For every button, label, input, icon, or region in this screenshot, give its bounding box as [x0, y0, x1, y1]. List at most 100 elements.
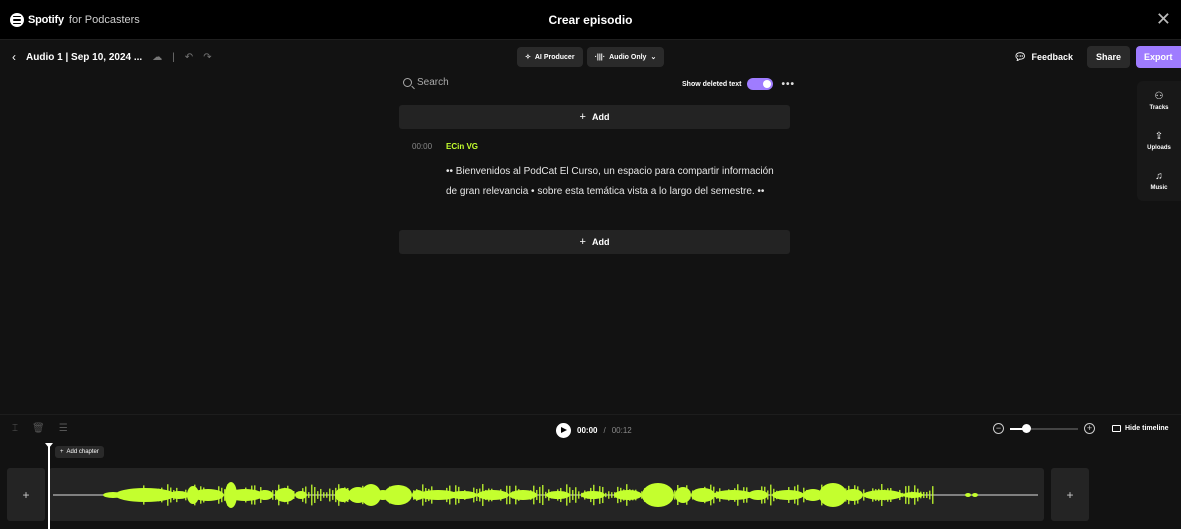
search-input[interactable]: Search [403, 77, 449, 88]
tracks-tab[interactable]: ⚇ Tracks [1137, 81, 1181, 121]
waveform-sample [839, 492, 841, 498]
total-time: 00:12 [611, 426, 632, 435]
waveform-sample [527, 491, 529, 499]
plus-icon: + [22, 487, 30, 502]
waveform-sample [668, 492, 670, 498]
waveform-sample [815, 489, 817, 501]
waveform-sample [398, 485, 400, 505]
waveform-sample [734, 488, 736, 502]
waveform-sample [428, 488, 430, 502]
music-note-icon: ♫ [1155, 171, 1163, 182]
waveform-sample [290, 491, 292, 499]
waveform-sample [323, 492, 325, 498]
feedback-icon: 💬︎ [1013, 51, 1027, 63]
waveform-sample [656, 492, 658, 498]
waveform-sample [305, 486, 307, 504]
audio-mode-dropdown[interactable]: ·|||· Audio Only ⌄ [586, 47, 665, 67]
waveform-sample [779, 490, 781, 500]
zoom-control: − + [993, 423, 1095, 434]
waveform-sample [506, 485, 508, 505]
play-button[interactable] [556, 423, 571, 438]
more-options-icon[interactable]: ••• [782, 79, 796, 90]
cloud-sync-icon: ☁ [152, 51, 163, 63]
show-deleted-toggle[interactable] [746, 78, 773, 90]
waveform-sample [437, 492, 439, 498]
hide-timeline-button[interactable]: Hide timeline [1112, 425, 1169, 432]
trash-icon[interactable]: 🗑︎ [32, 423, 45, 434]
back-chevron-icon[interactable]: ‹ [12, 50, 16, 64]
waveform-sample [893, 492, 895, 498]
close-icon[interactable]: ✕ [1156, 10, 1171, 28]
waveform-sample [287, 485, 289, 505]
waveform-sample [725, 492, 727, 498]
waveform-sample [881, 484, 883, 506]
waveform-sample [485, 489, 487, 501]
zoom-out-icon[interactable]: − [993, 423, 1004, 434]
waveform-sample [233, 489, 235, 501]
add-segment-top[interactable]: + Add [399, 105, 790, 129]
waveform-sample [836, 491, 838, 499]
export-button[interactable]: Export [1136, 46, 1181, 68]
waveform-sample [236, 490, 238, 500]
waveform-sample [350, 492, 352, 498]
zoom-slider[interactable] [1010, 423, 1078, 433]
waveform-sample [245, 487, 247, 503]
music-tab[interactable]: ♫ Music [1137, 161, 1181, 201]
waveform-sample [509, 485, 511, 505]
waveform-sample [281, 488, 283, 502]
waveform-sample [386, 490, 388, 500]
feedback-button[interactable]: 💬︎ Feedback [1014, 52, 1073, 63]
share-button[interactable]: Share [1086, 46, 1130, 68]
upload-cloud-icon: ⇪ [1154, 131, 1164, 142]
waveform-sample [857, 486, 859, 504]
segment-speaker[interactable]: ECin VG [446, 142, 478, 151]
zoom-knob[interactable] [1022, 423, 1031, 433]
list-icon[interactable]: ☰ [59, 423, 68, 434]
waveform-sample [152, 492, 154, 498]
transcript-text[interactable]: •• Bienvenidos al PodCat El Curso, un es… [446, 162, 786, 202]
add-chapter-button[interactable]: + Add chapter [55, 446, 104, 458]
waveform-sample [278, 484, 280, 506]
waveform-sample [260, 487, 262, 503]
episode-title[interactable]: Audio 1 | Sep 10, 2024 ... [26, 52, 142, 63]
add-track-left-button[interactable]: + [7, 468, 45, 521]
waveform-sample [773, 488, 775, 502]
waveform-sample [569, 487, 571, 503]
waveform-peak [972, 493, 978, 497]
waveform-sample [557, 489, 559, 501]
waveform-sample [686, 485, 688, 505]
redo-icon[interactable]: ↷ [203, 52, 211, 63]
split-icon[interactable]: ⌶ [12, 423, 18, 434]
chevron-down-icon: ⌄ [650, 54, 657, 61]
waveform-sample [164, 491, 166, 499]
waveform-sample [800, 492, 802, 498]
side-panel: ⚇ Tracks ⇪ Uploads ♫ Music [1137, 81, 1181, 201]
waveform-sample [215, 491, 217, 499]
waveform-sample [737, 484, 739, 506]
waveform-sample [863, 489, 865, 501]
waveform-sample [617, 486, 619, 504]
waveform-sample [551, 491, 553, 499]
waveform-sample [404, 488, 406, 502]
waveform-sample [629, 489, 631, 501]
waveform-sample [488, 488, 490, 502]
waveform-sample [161, 487, 163, 503]
waveform-sample [926, 491, 928, 499]
waveform-sample [503, 492, 505, 498]
waveform-sample [614, 492, 616, 498]
undo-icon[interactable]: ↶ [185, 52, 193, 63]
add-segment-bottom[interactable]: + Add [399, 230, 790, 254]
waveform-sample [500, 489, 502, 501]
waveform-sample [830, 485, 832, 505]
waveform-sample [743, 487, 745, 503]
uploads-tab[interactable]: ⇪ Uploads [1137, 121, 1181, 161]
waveform-sample [821, 484, 823, 506]
waveform-sample [833, 490, 835, 500]
waveform-sample [338, 484, 340, 506]
add-track-right-button[interactable]: + [1051, 468, 1089, 521]
waveform-sample [296, 492, 298, 498]
waveform-sample [494, 492, 496, 498]
zoom-in-icon[interactable]: + [1084, 423, 1095, 434]
ai-producer-button[interactable]: ✧ AI Producer [517, 47, 583, 67]
playhead[interactable] [45, 443, 53, 529]
